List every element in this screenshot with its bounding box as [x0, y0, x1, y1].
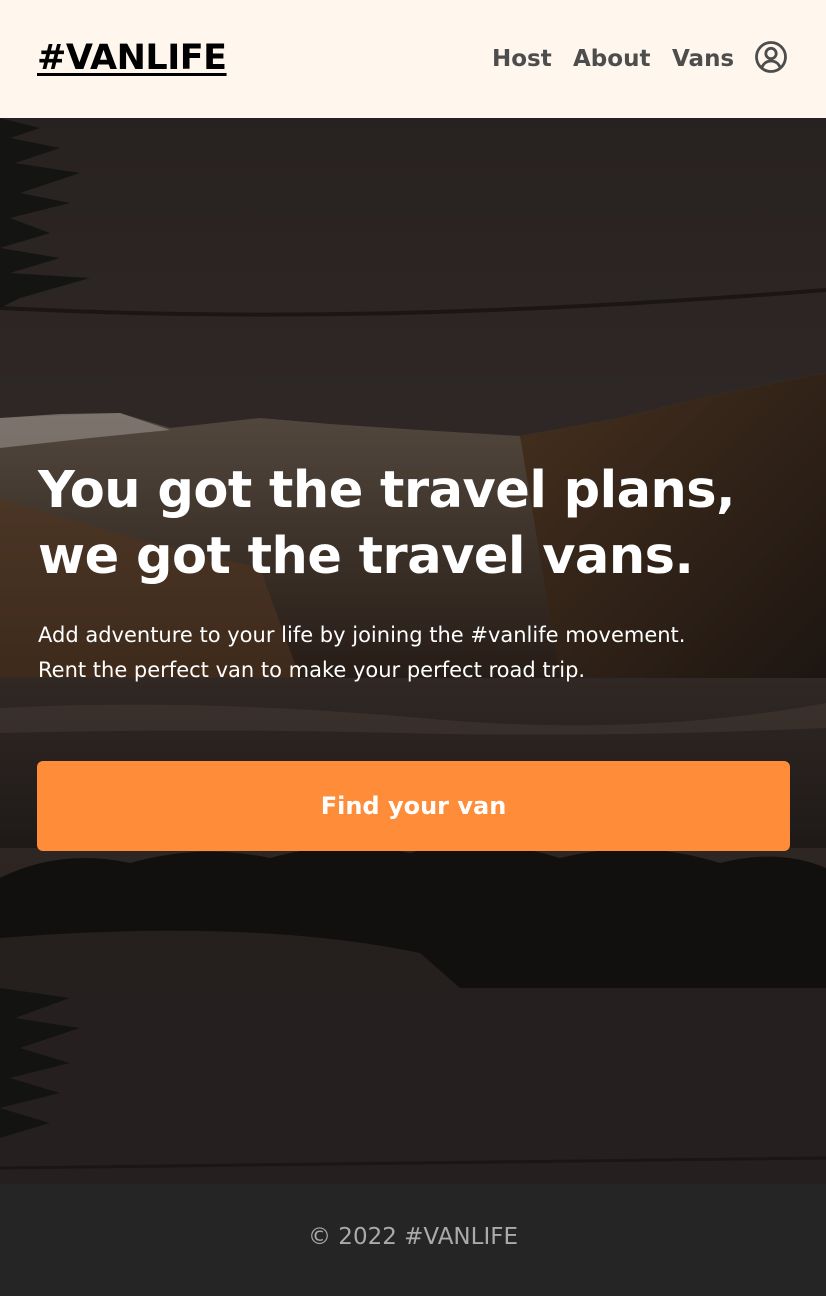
hero-subtitle: Add adventure to your life by joining th…: [38, 618, 798, 688]
hero-subtitle-line-1: Add adventure to your life by joining th…: [38, 623, 686, 647]
site-logo[interactable]: #VANLIFE: [37, 38, 227, 78]
site-footer: © 2022 #VANLIFE: [0, 1184, 826, 1296]
nav-link-host[interactable]: Host: [492, 46, 552, 72]
find-your-van-button[interactable]: Find your van: [37, 761, 790, 851]
nav-link-about[interactable]: About: [573, 46, 650, 72]
hero-section: You got the travel plans, we got the tra…: [0, 118, 826, 1184]
hero-title-line-1: You got the travel plans,: [38, 461, 736, 520]
page: #VANLIFE Host About Vans You got the tra…: [0, 0, 826, 1296]
hero-title-line-2: we got the travel vans.: [38, 527, 694, 586]
user-circle-icon[interactable]: [754, 40, 788, 74]
nav-link-vans[interactable]: Vans: [672, 46, 734, 72]
hero-subtitle-line-2: Rent the perfect van to make your perfec…: [38, 658, 586, 682]
site-header: #VANLIFE Host About Vans: [0, 0, 826, 118]
hero-title: You got the travel plans, we got the tra…: [38, 458, 798, 590]
footer-copyright: © 2022 #VANLIFE: [308, 1224, 518, 1250]
